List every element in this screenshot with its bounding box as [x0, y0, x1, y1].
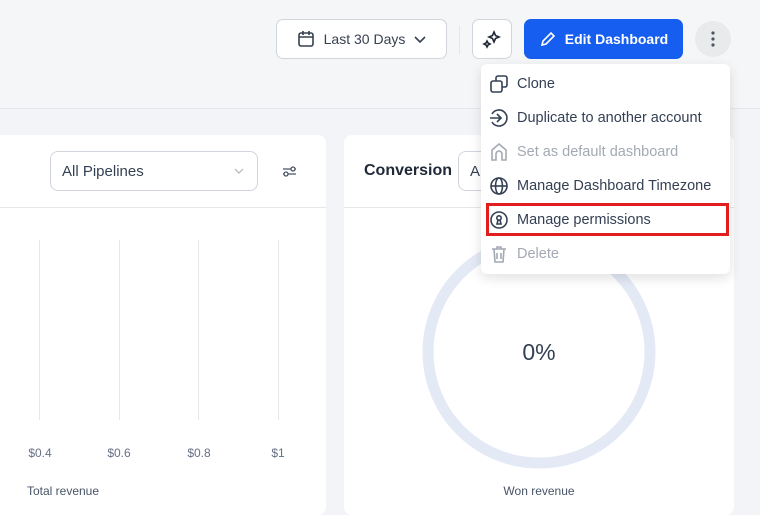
trash-icon	[492, 246, 506, 263]
menu-item-duplicate[interactable]: Duplicate to another account	[481, 101, 730, 135]
conversion-select-value: A	[470, 162, 481, 180]
date-range-button[interactable]: Last 30 Days	[276, 19, 447, 59]
menu-item-label: Manage Dashboard Timezone	[517, 178, 712, 194]
more-options-menu: Clone Duplicate to another account Set a…	[481, 64, 730, 274]
edit-dashboard-button[interactable]: Edit Dashboard	[524, 19, 683, 59]
x-tick-label: $0.4	[28, 446, 52, 460]
divider	[459, 26, 460, 54]
menu-item-label: Delete	[517, 246, 559, 262]
pencil-icon	[540, 31, 555, 47]
kebab-icon	[711, 31, 715, 47]
filter-settings-icon[interactable]	[281, 163, 298, 180]
menu-item-timezone[interactable]: Manage Dashboard Timezone	[481, 169, 730, 203]
pipeline-select[interactable]: All Pipelines	[50, 151, 258, 191]
chart-caption: Total revenue	[26, 484, 100, 498]
duplicate-icon	[490, 109, 508, 127]
calendar-icon	[297, 31, 314, 47]
card-title: Conversion	[364, 162, 453, 179]
date-range-label: Last 30 Days	[323, 31, 406, 47]
chart-caption: Won revenue	[503, 484, 575, 498]
gridline	[119, 240, 120, 420]
highlight-box	[486, 203, 729, 236]
menu-item-set-default: Set as default dashboard	[481, 135, 730, 169]
sparkle-icon	[482, 29, 502, 49]
gridline	[39, 240, 40, 420]
menu-item-label: Duplicate to another account	[517, 110, 702, 126]
x-tick-label: $0.6	[107, 446, 131, 460]
menu-item-label: Set as default dashboard	[517, 144, 679, 160]
gridline	[198, 240, 199, 420]
revenue-card: All Pipelines $0.4 $0.6 $0.8 $1 Total re…	[0, 135, 326, 515]
edit-dashboard-label: Edit Dashboard	[564, 31, 669, 47]
card-header-divider	[0, 207, 326, 208]
gridline	[278, 240, 279, 420]
menu-item-clone[interactable]: Clone	[481, 67, 730, 101]
menu-item-delete: Delete	[481, 237, 730, 271]
pipeline-select-value: All Pipelines	[62, 162, 144, 180]
donut-value: 0%	[522, 339, 556, 365]
menu-item-label: Clone	[517, 76, 555, 92]
chevron-down-icon	[234, 168, 244, 174]
ai-sparkle-button[interactable]	[472, 19, 512, 59]
x-tick-label: $0.8	[187, 446, 211, 460]
more-options-button[interactable]	[695, 21, 731, 57]
home-icon	[491, 142, 507, 161]
x-tick-label: $1	[271, 446, 285, 460]
clone-icon	[490, 75, 508, 93]
chevron-down-icon	[414, 36, 426, 44]
globe-icon	[490, 177, 508, 195]
